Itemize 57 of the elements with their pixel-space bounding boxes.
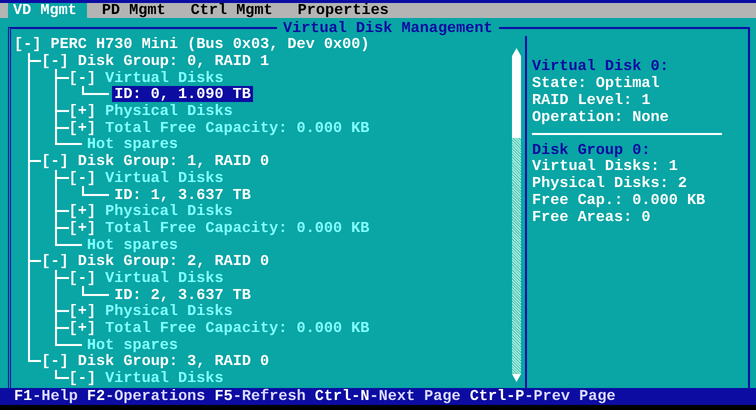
expand-toggle[interactable]: [-] — [68, 168, 106, 187]
tab[interactable]: VD Mgmt — [8, 3, 87, 18]
expand-toggle[interactable]: [-] — [68, 268, 106, 287]
expand-toggle[interactable]: [-] — [41, 52, 78, 70]
tree-item[interactable]: Virtual Disks — [103, 370, 226, 386]
tab[interactable]: Ctrl Mgmt — [186, 3, 283, 18]
tree-item[interactable]: Hot spares — [84, 136, 180, 152]
detail-text: Operation: None — [532, 108, 670, 126]
tree-item[interactable]: Virtual Disks — [103, 270, 226, 286]
tree-item[interactable]: Disk Group: 1, RAID 0 — [76, 153, 272, 170]
panel-title: Virtual Disk Management — [282, 20, 494, 36]
shortcut-hint: Ctrl-P-Prev Page — [470, 388, 616, 405]
expand-toggle[interactable]: [-] — [41, 252, 78, 270]
shortcut-hint: F5-Refresh — [214, 388, 306, 405]
tree-item[interactable]: Physical Disks — [103, 103, 235, 120]
expand-toggle[interactable]: [+] — [68, 302, 106, 320]
shortcut-hint: F2-Operations — [86, 388, 206, 405]
shortcut-hint: F1-Help — [14, 388, 78, 405]
expand-toggle[interactable]: [-] — [68, 369, 106, 388]
detail-text: Free Cap.: 0.000 KB — [532, 192, 706, 210]
expand-toggle[interactable]: [+] — [68, 102, 106, 120]
tree-item[interactable]: ID: 0, 1.090 TB — [112, 86, 253, 102]
detail-text: Free Areas: 0 — [532, 209, 652, 226]
tree-item[interactable]: Virtual Disks — [103, 70, 226, 86]
detail-text: RAID Level: 1 — [532, 92, 652, 109]
detail-text: Virtual Disks: 1 — [532, 158, 679, 176]
tree-item[interactable]: Total Free Capacity: 0.000 KB — [103, 320, 372, 336]
tree-item[interactable]: Total Free Capacity: 0.000 KB — [103, 120, 372, 136]
tree-item[interactable]: Virtual Disks — [103, 170, 226, 186]
tree-item[interactable]: Physical Disks — [103, 203, 235, 220]
expand-toggle[interactable]: [+] — [68, 319, 106, 338]
tree-item[interactable]: Physical Disks — [103, 303, 235, 320]
expand-toggle[interactable]: [-] — [41, 352, 78, 370]
tree-item[interactable]: Hot spares — [84, 336, 180, 353]
expand-toggle[interactable]: [-] — [41, 152, 78, 170]
detail-text: State: Optimal — [532, 74, 661, 92]
expand-toggle[interactable]: [-] — [14, 35, 50, 54]
tree-item[interactable]: ID: 2, 3.637 TB — [112, 286, 253, 303]
tree-item[interactable]: Disk Group: 0, RAID 1 — [76, 53, 272, 70]
tree-item[interactable]: Disk Group: 2, RAID 0 — [76, 253, 272, 270]
section-heading: Virtual Disk 0: — [532, 58, 670, 75]
scroll-up-arrow-icon[interactable] — [512, 48, 520, 56]
tree-item[interactable]: ID: 1, 3.637 TB — [112, 186, 253, 203]
expand-toggle[interactable]: [+] — [68, 218, 106, 237]
tree-item[interactable]: Disk Group: 3, RAID 0 — [76, 353, 272, 370]
tab[interactable]: Properties — [292, 3, 399, 18]
tree-item[interactable]: PERC H730 Mini (Bus 0x03, Dev 0x00) — [48, 36, 372, 52]
shortcut-hint: Ctrl-N-Next Page — [314, 388, 461, 405]
tab[interactable]: PD Mgmt — [96, 3, 176, 18]
expand-toggle[interactable]: [+] — [68, 202, 106, 220]
expand-toggle[interactable]: [+] — [68, 118, 106, 137]
section-heading: Disk Group 0: — [532, 142, 652, 158]
scroll-down-arrow-icon[interactable] — [512, 374, 520, 382]
tree-item[interactable]: Total Free Capacity: 0.000 KB — [103, 220, 372, 236]
expand-toggle[interactable]: [-] — [68, 68, 106, 87]
detail-text: Physical Disks: 2 — [532, 175, 688, 192]
tree-item[interactable]: Hot spares — [84, 236, 180, 253]
